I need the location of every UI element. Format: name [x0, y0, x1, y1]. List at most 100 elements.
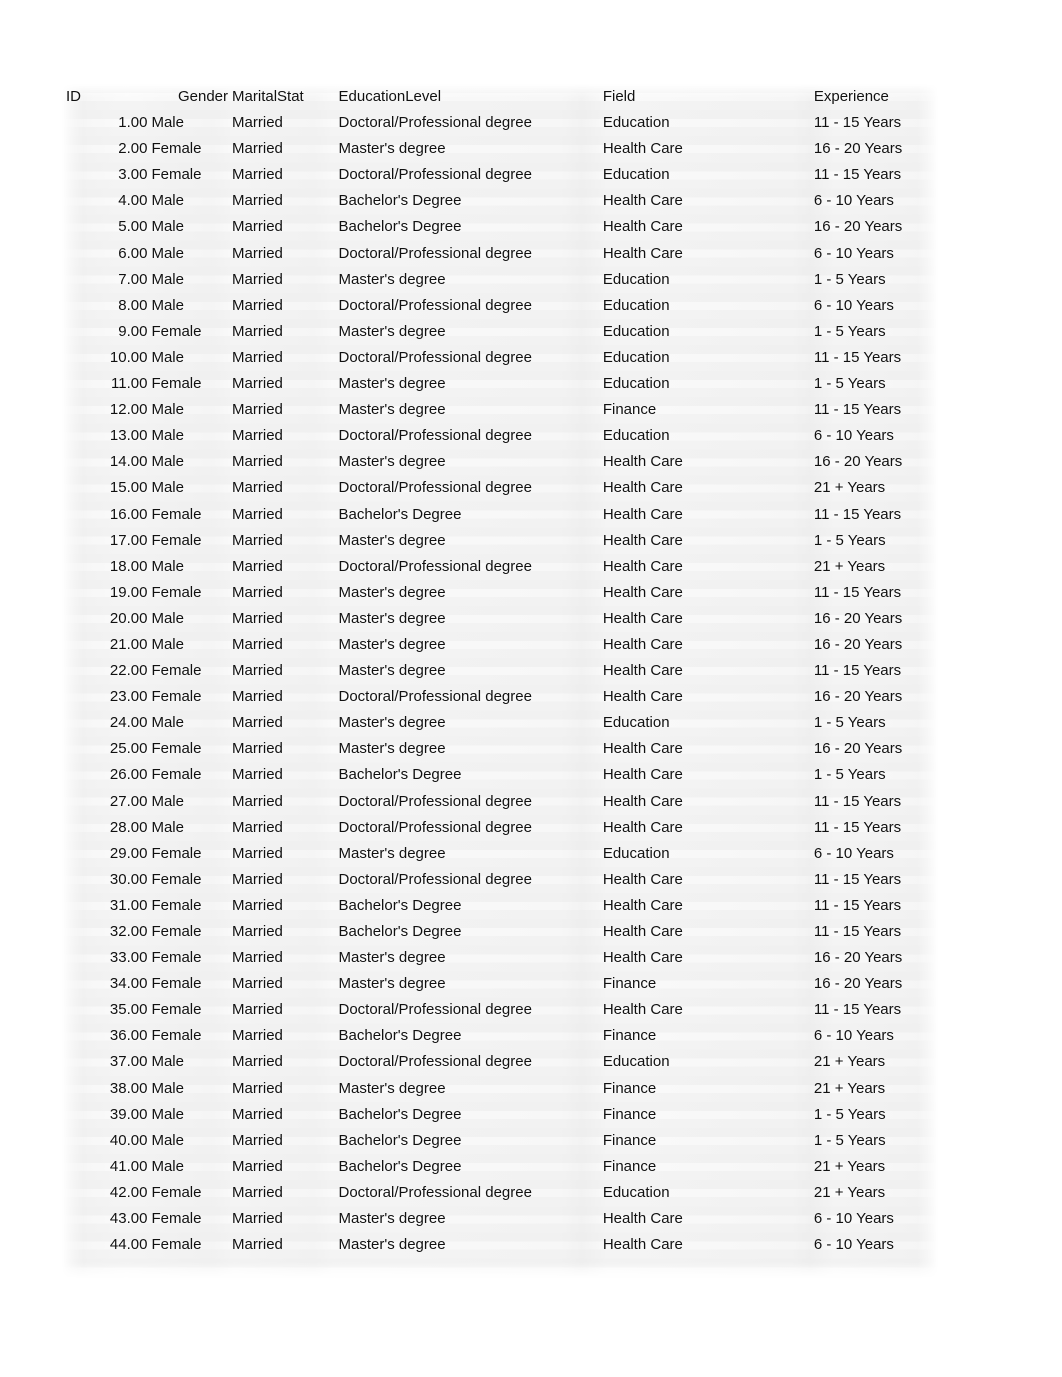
cell-gender[interactable]: Female [149, 684, 228, 710]
cell-edu[interactable]: Bachelor's Degree [333, 762, 601, 788]
cell-marital[interactable]: Married [228, 449, 332, 475]
column-header-maritalstat[interactable]: MaritalStat [228, 84, 332, 110]
cell-field[interactable]: Health Care [601, 632, 814, 658]
cell-field[interactable]: Health Care [601, 997, 814, 1023]
cell-field[interactable]: Health Care [601, 919, 814, 945]
table-row[interactable]: 2.00 Female Married Master's degree Health C… [62, 136, 938, 162]
cell-field[interactable]: Health Care [601, 502, 814, 528]
table-row[interactable]: 26.00 Female Married Bachelor's Degree Healt… [62, 762, 938, 788]
cell-field[interactable]: Health Care [601, 554, 814, 580]
table-row[interactable]: 21.00 Male Married Master's degree Health Ca… [62, 632, 938, 658]
cell-id[interactable]: 20.00 [62, 606, 149, 632]
cell-id[interactable]: 37.00 [62, 1049, 149, 1075]
table-row[interactable]: 6.00 Male Married Doctoral/Professional deg… [62, 241, 938, 267]
table-row[interactable]: 7.00 Male Married Master's degree Education 1… [62, 267, 938, 293]
cell-field[interactable]: Health Care [601, 867, 814, 893]
cell-exp[interactable]: 16 - 20 Years [814, 136, 938, 162]
cell-marital[interactable]: Married [228, 267, 332, 293]
cell-id[interactable]: 8.00 [62, 293, 149, 319]
cell-gender[interactable]: Female [149, 1232, 228, 1258]
cell-edu[interactable]: Master's degree [333, 267, 601, 293]
cell-exp[interactable]: 16 - 20 Years [814, 214, 938, 240]
cell-exp[interactable]: 16 - 20 Years [814, 971, 938, 997]
table-row[interactable]: 37.00 Male Married Doctoral/Professional de… [62, 1049, 938, 1075]
table-row[interactable]: 8.00 Male Married Doctoral/Professional deg… [62, 293, 938, 319]
cell-marital[interactable]: Married [228, 684, 332, 710]
cell-exp[interactable]: 6 - 10 Years [814, 1023, 938, 1049]
cell-exp[interactable]: 11 - 15 Years [814, 110, 938, 136]
cell-edu[interactable]: Doctoral/Professional degree [333, 1180, 601, 1206]
cell-id[interactable]: 16.00 [62, 502, 149, 528]
cell-field[interactable]: Education [601, 371, 814, 397]
cell-exp[interactable]: 11 - 15 Years [814, 580, 938, 606]
cell-marital[interactable]: Married [228, 214, 332, 240]
cell-field[interactable]: Health Care [601, 815, 814, 841]
cell-gender[interactable]: Female [149, 971, 228, 997]
cell-id[interactable]: 4.00 [62, 188, 149, 214]
cell-edu[interactable]: Bachelor's Degree [333, 1102, 601, 1128]
cell-edu[interactable]: Doctoral/Professional degree [333, 345, 601, 371]
column-header-educationlevel[interactable]: EducationLevel [333, 84, 601, 110]
cell-id[interactable]: 42.00 [62, 1180, 149, 1206]
cell-field[interactable]: Health Care [601, 475, 814, 501]
cell-field[interactable]: Finance [601, 1023, 814, 1049]
table-row[interactable]: 34.00 Female Married Master's degree Finance… [62, 971, 938, 997]
cell-edu[interactable]: Master's degree [333, 606, 601, 632]
cell-field[interactable]: Education [601, 841, 814, 867]
table-row[interactable]: 19.00 Female Married Master's degree Health … [62, 580, 938, 606]
cell-exp[interactable]: 1 - 5 Years [814, 1102, 938, 1128]
cell-id[interactable]: 2.00 [62, 136, 149, 162]
cell-field[interactable]: Health Care [601, 136, 814, 162]
cell-id[interactable]: 25.00 [62, 736, 149, 762]
cell-id[interactable]: 17.00 [62, 528, 149, 554]
cell-id[interactable]: 43.00 [62, 1206, 149, 1232]
cell-marital[interactable]: Married [228, 475, 332, 501]
cell-field[interactable]: Education [601, 1049, 814, 1075]
cell-field[interactable]: Education [601, 267, 814, 293]
cell-exp[interactable]: 6 - 10 Years [814, 841, 938, 867]
cell-exp[interactable]: 11 - 15 Years [814, 997, 938, 1023]
cell-exp[interactable]: 21 + Years [814, 554, 938, 580]
cell-gender[interactable]: Female [149, 945, 228, 971]
cell-id[interactable]: 36.00 [62, 1023, 149, 1049]
cell-gender[interactable]: Female [149, 528, 228, 554]
cell-id[interactable]: 28.00 [62, 815, 149, 841]
cell-field[interactable]: Education [601, 162, 814, 188]
cell-id[interactable]: 32.00 [62, 919, 149, 945]
cell-marital[interactable]: Married [228, 1023, 332, 1049]
cell-exp[interactable]: 21 + Years [814, 1076, 938, 1102]
cell-gender[interactable]: Female [149, 136, 228, 162]
cell-marital[interactable]: Married [228, 397, 332, 423]
cell-exp[interactable]: 6 - 10 Years [814, 188, 938, 214]
cell-id[interactable]: 5.00 [62, 214, 149, 240]
cell-edu[interactable]: Bachelor's Degree [333, 502, 601, 528]
cell-exp[interactable]: 11 - 15 Years [814, 919, 938, 945]
cell-marital[interactable]: Married [228, 606, 332, 632]
cell-exp[interactable]: 6 - 10 Years [814, 423, 938, 449]
cell-gender[interactable]: Male [149, 789, 228, 815]
column-header-field[interactable]: Field [601, 84, 814, 110]
cell-field[interactable]: Education [601, 710, 814, 736]
cell-gender[interactable]: Female [149, 867, 228, 893]
cell-marital[interactable]: Married [228, 188, 332, 214]
cell-edu[interactable]: Doctoral/Professional degree [333, 997, 601, 1023]
cell-id[interactable]: 21.00 [62, 632, 149, 658]
cell-id[interactable]: 9.00 [62, 319, 149, 345]
cell-field[interactable]: Health Care [601, 1232, 814, 1258]
cell-id[interactable]: 31.00 [62, 893, 149, 919]
cell-id[interactable]: 14.00 [62, 449, 149, 475]
cell-edu[interactable]: Master's degree [333, 1232, 601, 1258]
cell-gender[interactable]: Male [149, 214, 228, 240]
cell-gender[interactable]: Female [149, 919, 228, 945]
cell-edu[interactable]: Master's degree [333, 449, 601, 475]
cell-marital[interactable]: Married [228, 1102, 332, 1128]
cell-edu[interactable]: Bachelor's Degree [333, 919, 601, 945]
cell-field[interactable]: Health Care [601, 214, 814, 240]
cell-id[interactable]: 35.00 [62, 997, 149, 1023]
cell-marital[interactable]: Married [228, 867, 332, 893]
cell-id[interactable]: 34.00 [62, 971, 149, 997]
cell-exp[interactable]: 21 + Years [814, 1049, 938, 1075]
cell-gender[interactable]: Male [149, 449, 228, 475]
cell-gender[interactable]: Male [149, 110, 228, 136]
cell-marital[interactable]: Married [228, 1232, 332, 1258]
